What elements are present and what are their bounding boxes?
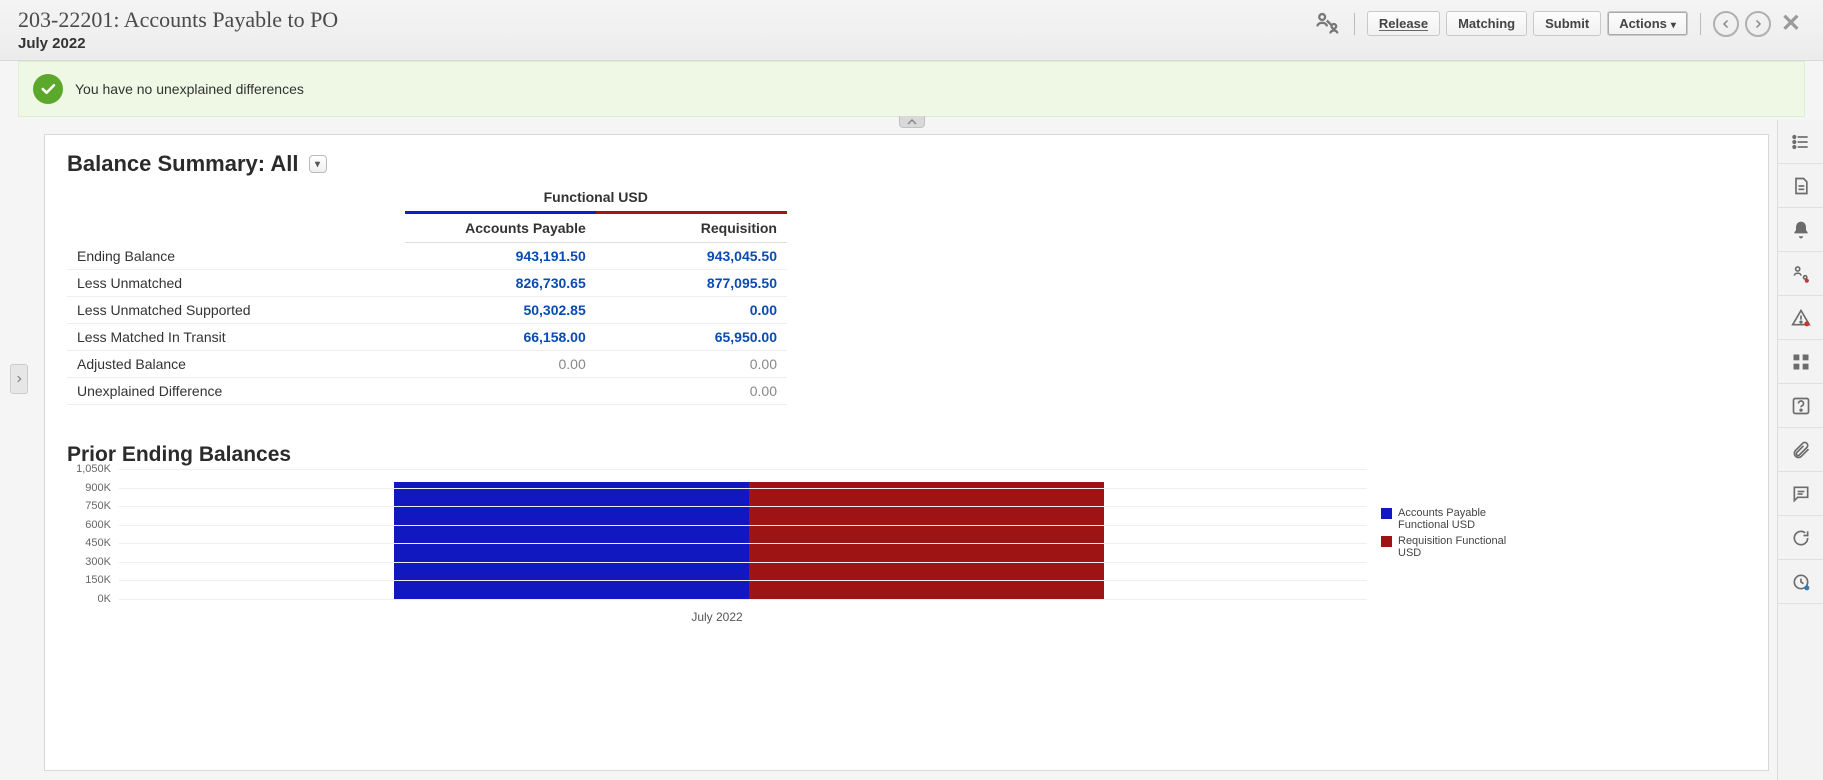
separator — [1354, 13, 1355, 35]
y-tick-label: 1,050K — [76, 463, 111, 475]
release-button[interactable]: Release — [1367, 11, 1440, 36]
gridline — [119, 488, 1367, 489]
balance-summary-title: Balance Summary: All — [67, 151, 299, 177]
alert-icon[interactable] — [1778, 296, 1823, 340]
legend-swatch — [1381, 536, 1392, 547]
separator — [1700, 13, 1701, 35]
balance-row-label: Ending Balance — [67, 243, 405, 270]
chart-plot: 1,050K900K750K600K450K300K150K0K July 20… — [67, 469, 1367, 624]
user-hierarchy-icon[interactable] — [1314, 11, 1342, 37]
page-period: July 2022 — [18, 35, 338, 52]
actions-dropdown[interactable]: Actions▾ — [1607, 11, 1688, 36]
y-tick-label: 600K — [85, 519, 111, 531]
chart-y-axis: 1,050K900K750K600K450K300K150K0K — [67, 469, 115, 599]
balance-value-rq: 0.00 — [596, 378, 787, 405]
header-toolbar: Release Matching Submit Actions▾ ✕ — [1314, 9, 1805, 38]
balance-value-rq[interactable]: 65,950.00 — [596, 324, 787, 351]
balance-row: Adjusted Balance0.000.00 — [67, 351, 787, 378]
gridline — [119, 506, 1367, 507]
balance-row: Less Matched In Transit66,158.0065,950.0… — [67, 324, 787, 351]
gridline — [119, 469, 1367, 470]
attachment-icon[interactable] — [1778, 428, 1823, 472]
balance-row-label: Less Unmatched — [67, 270, 405, 297]
help-icon[interactable] — [1778, 384, 1823, 428]
balance-value-ap — [405, 378, 596, 405]
main-wrap: Balance Summary: All ▾ Functional USD Ac… — [0, 134, 1823, 771]
main-panel: Balance Summary: All ▾ Functional USD Ac… — [44, 134, 1769, 771]
balance-value-rq: 0.00 — [596, 351, 787, 378]
balance-row-label: Adjusted Balance — [67, 351, 405, 378]
legend-swatch — [1381, 508, 1392, 519]
balance-value-ap: 0.00 — [405, 351, 596, 378]
balance-value-ap[interactable]: 50,302.85 — [405, 297, 596, 324]
bar-group — [394, 482, 1104, 599]
list-icon[interactable] — [1778, 120, 1823, 164]
apps-icon[interactable] — [1778, 340, 1823, 384]
balance-value-rq[interactable]: 877,095.50 — [596, 270, 787, 297]
right-rail — [1777, 120, 1823, 780]
gridline — [119, 525, 1367, 526]
balance-row-label: Less Matched In Transit — [67, 324, 405, 351]
y-tick-label: 300K — [85, 556, 111, 568]
prev-button[interactable] — [1713, 11, 1739, 37]
currency-header: Functional USD — [405, 187, 788, 213]
y-tick-label: 150K — [85, 574, 111, 586]
bell-icon[interactable] — [1778, 208, 1823, 252]
balance-value-rq[interactable]: 0.00 — [596, 297, 787, 324]
summary-filter-dropdown[interactable]: ▾ — [309, 155, 327, 173]
chart-bar[interactable] — [749, 482, 1104, 599]
chart-bar[interactable] — [394, 482, 749, 599]
matching-button[interactable]: Matching — [1446, 11, 1527, 36]
status-message: You have no unexplained differences — [75, 81, 304, 97]
chart-area: 1,050K900K750K600K450K300K150K0K July 20… — [67, 469, 1746, 624]
legend-item[interactable]: Accounts Payable Functional USD — [1381, 507, 1511, 531]
balance-row: Unexplained Difference 0.00 — [67, 378, 787, 405]
schedule-icon[interactable] — [1778, 560, 1823, 604]
user-hierarchy-icon[interactable] — [1778, 252, 1823, 296]
balance-value-ap[interactable]: 66,158.00 — [405, 324, 596, 351]
balance-value-ap[interactable]: 943,191.50 — [405, 243, 596, 270]
chart-x-label: July 2022 — [67, 610, 1367, 624]
check-icon — [33, 74, 63, 104]
balance-row: Ending Balance943,191.50943,045.50 — [67, 243, 787, 270]
comment-icon[interactable] — [1778, 472, 1823, 516]
y-tick-label: 0K — [98, 593, 111, 605]
balance-row: Less Unmatched Supported50,302.850.00 — [67, 297, 787, 324]
chart-legend: Accounts Payable Functional USD Requisiti… — [1381, 507, 1511, 624]
balance-row-label: Less Unmatched Supported — [67, 297, 405, 324]
page-title: 203-22201: Accounts Payable to PO — [18, 7, 338, 33]
balance-value-ap[interactable]: 826,730.65 — [405, 270, 596, 297]
balance-value-rq[interactable]: 943,045.50 — [596, 243, 787, 270]
y-tick-label: 900K — [85, 482, 111, 494]
status-banner: You have no unexplained differences — [18, 61, 1805, 117]
balance-summary-heading: Balance Summary: All ▾ — [67, 151, 1746, 177]
left-panel-toggle[interactable] — [10, 364, 28, 394]
y-tick-label: 750K — [85, 500, 111, 512]
next-button[interactable] — [1745, 11, 1771, 37]
gridline — [119, 580, 1367, 581]
submit-button[interactable]: Submit — [1533, 11, 1601, 36]
chart-title: Prior Ending Balances — [67, 443, 1746, 467]
balance-summary-table: Functional USD Accounts Payable Requisit… — [67, 187, 787, 405]
document-icon[interactable] — [1778, 164, 1823, 208]
col-header-ap: Accounts Payable — [405, 213, 596, 243]
collapse-banner-handle[interactable] — [899, 116, 925, 128]
refresh-icon[interactable] — [1778, 516, 1823, 560]
legend-label: Accounts Payable Functional USD — [1398, 507, 1511, 531]
header-left: 203-22201: Accounts Payable to PO July 2… — [18, 7, 338, 52]
gridline — [119, 599, 1367, 600]
col-header-rq: Requisition — [596, 213, 787, 243]
legend-label: Requisition Functional USD — [1398, 535, 1511, 559]
balance-row: Less Unmatched826,730.65877,095.50 — [67, 270, 787, 297]
close-button[interactable]: ✕ — [1777, 9, 1805, 38]
gridline — [119, 543, 1367, 544]
page-header: 203-22201: Accounts Payable to PO July 2… — [0, 0, 1823, 61]
gridline — [119, 562, 1367, 563]
y-tick-label: 450K — [85, 537, 111, 549]
legend-item[interactable]: Requisition Functional USD — [1381, 535, 1511, 559]
balance-row-label: Unexplained Difference — [67, 378, 405, 405]
